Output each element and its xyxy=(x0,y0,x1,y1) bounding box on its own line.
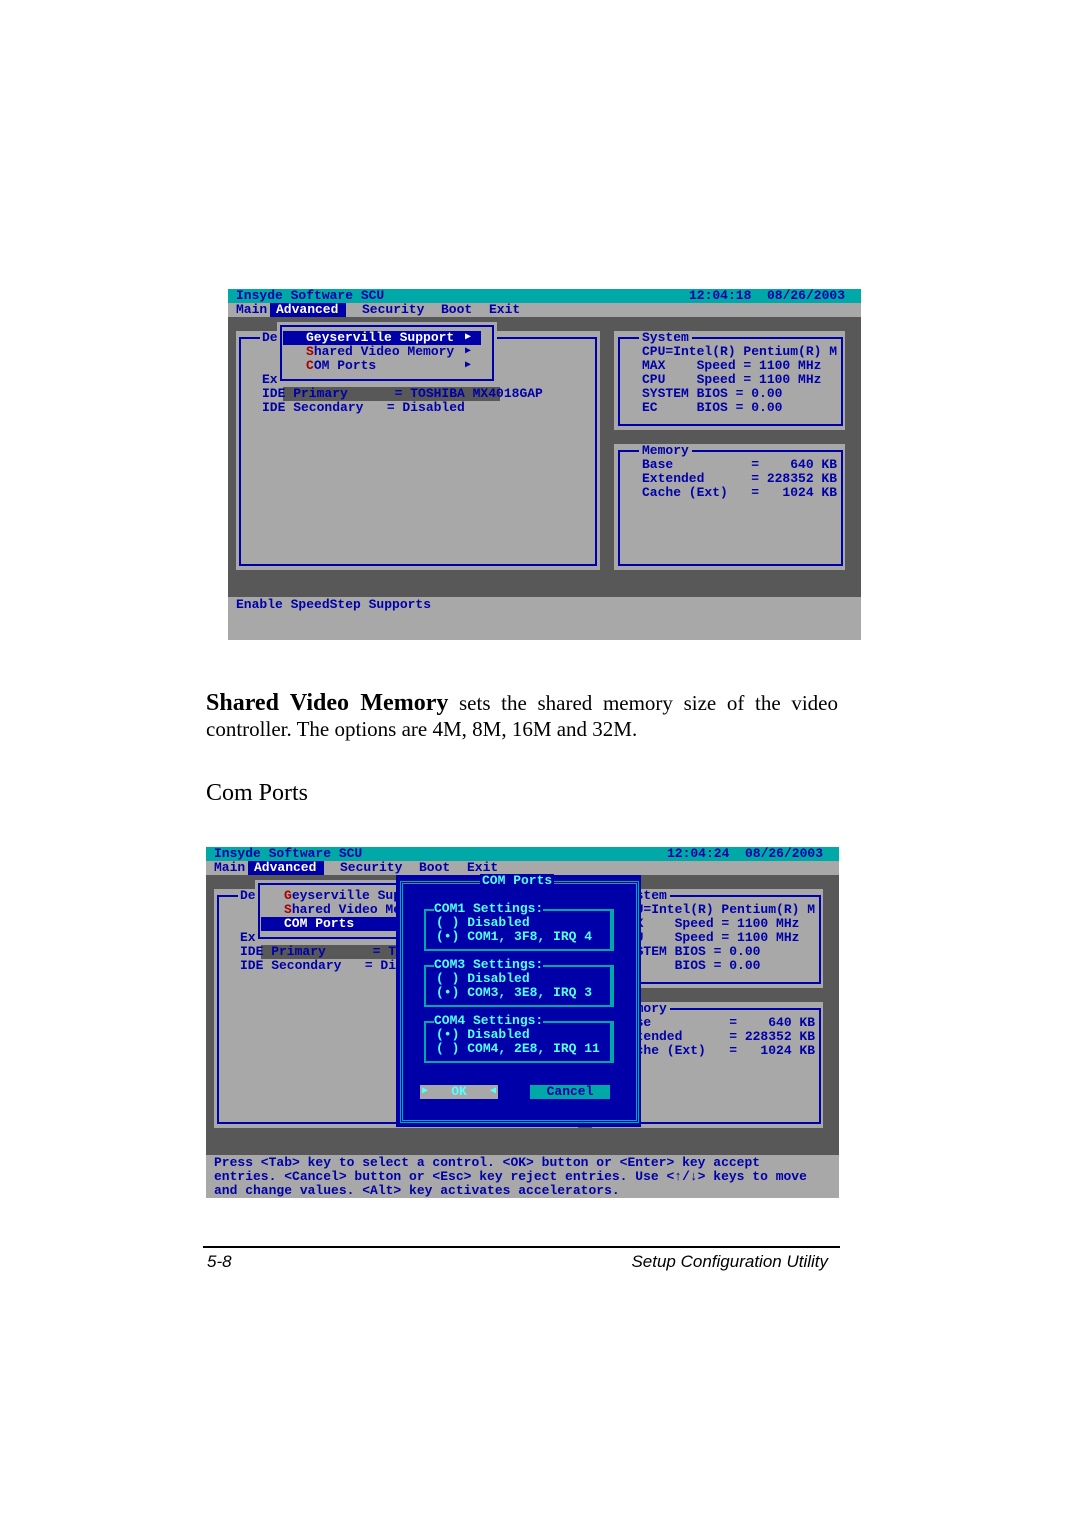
menu-security[interactable]: Security xyxy=(340,861,402,875)
bios-screen: Insyde Software SCU 12:04:24 08/26/2003 Ma… xyxy=(206,847,839,1198)
menu-advanced[interactable]: Advanced xyxy=(248,861,325,875)
footer-title: Setup Configuration Utility xyxy=(631,1252,828,1271)
system-info-row: MAX Speed = 1100 MHz xyxy=(617,917,803,931)
radio-button[interactable]: ( ) xyxy=(436,1041,467,1056)
submenu-item-label: COM Ports xyxy=(284,916,355,931)
menu-boot[interactable]: Boot xyxy=(441,303,472,317)
menu-security[interactable]: Security xyxy=(362,303,424,317)
system-info-row: CPU Speed = 1100 MHz xyxy=(639,373,825,387)
radio-option[interactable]: ( ) Disabled xyxy=(436,916,530,930)
memory-info-row: Extended = 228352 KB xyxy=(617,1030,819,1044)
memory-info-row: Cache (Ext) = 1024 KB xyxy=(639,486,841,500)
radio-option[interactable]: (•) COM1, 3F8, IRQ 4 xyxy=(436,930,592,944)
hotkey-letter: S xyxy=(306,344,314,359)
memory-info-row: Cache (Ext) = 1024 KB xyxy=(617,1044,819,1058)
com-ports-dialog: COM Ports COM1 Settings:( ) Disabled (•) C… xyxy=(396,873,641,1127)
group-title: COM4 Settings: xyxy=(434,1013,544,1028)
group-title: COM3 Settings: xyxy=(434,957,544,972)
radio-option-label: COM4, 2E8, IRQ 11 xyxy=(467,1041,600,1056)
menu-main[interactable]: Main xyxy=(236,303,267,317)
chevron-right-icon: ▶ xyxy=(465,360,472,371)
cancel-label: Cancel xyxy=(546,1084,594,1099)
status-line: Press <Tab> key to select a control. <OK… xyxy=(214,1155,761,1170)
radio-option-label: COM1, 3F8, IRQ 4 xyxy=(467,929,593,944)
system-info-row: CPU=Intel(R) Pentium(R) M xyxy=(617,903,819,917)
radio-option[interactable]: ( ) Disabled xyxy=(436,972,530,986)
cancel-button[interactable]: Cancel xyxy=(530,1085,610,1099)
menu-boot[interactable]: Boot xyxy=(419,861,450,875)
submenu-item[interactable]: Geyserville Support ▶ xyxy=(283,331,481,345)
radio-option-label: Disabled xyxy=(467,1027,530,1042)
paragraph-term: Shared Video Memory xyxy=(206,690,449,716)
radio-option[interactable]: (•) COM3, 3E8, IRQ 3 xyxy=(436,986,592,1000)
radio-button[interactable]: ( ) xyxy=(436,971,467,986)
hotkey-letter: C xyxy=(306,358,314,373)
radio-option-label: Disabled xyxy=(467,915,530,930)
radio-option[interactable]: (•) Disabled xyxy=(436,1028,530,1042)
submenu-item[interactable]: Shared Video Memory ▶ xyxy=(283,345,481,359)
menu-exit[interactable]: Exit xyxy=(489,303,520,317)
device-row[interactable]: IDE Secondary = Disabled xyxy=(260,401,467,415)
memory-info-row: Extended = 228352 KB xyxy=(639,472,841,486)
memory-info-row: Base = 640 KB xyxy=(639,458,841,472)
bios-screen: Insyde Software SCU 12:04:18 08/26/2003 Ma… xyxy=(228,289,861,640)
status-line: and change values. <Alt> key activates a… xyxy=(214,1183,620,1198)
focus-arrow-left-icon: ◀ xyxy=(489,1086,496,1097)
device-row[interactable]: IDE Primary = TOSHIBA MX4018GAP xyxy=(260,387,545,401)
system-info-row: CPU=Intel(R) Pentium(R) M xyxy=(639,345,841,359)
submenu-item[interactable]: COM Ports ▶ xyxy=(283,359,481,373)
system-info-row: MAX Speed = 1100 MHz xyxy=(639,359,825,373)
status-line: entries. <Cancel> button or <Esc> key re… xyxy=(214,1169,807,1184)
menu-advanced[interactable]: Advanced xyxy=(270,303,347,317)
submenu-item-label: Shared Video Memory xyxy=(306,344,455,359)
system-info-row: SYSTEM BIOS = 0.00 xyxy=(639,387,786,401)
radio-button[interactable]: ( ) xyxy=(436,915,467,930)
system-info-row: System xyxy=(639,331,692,345)
system-info-row: EC BIOS = 0.00 xyxy=(639,401,786,415)
shared-video-memory-paragraph: Shared Video Memory sets the shared memo… xyxy=(206,690,838,742)
system-info-row: CPU Speed = 1100 MHz xyxy=(617,931,803,945)
radio-button[interactable]: (•) xyxy=(436,929,467,944)
app-title: Insyde Software SCU xyxy=(236,289,385,303)
clock: 12:04:24 08/26/2003 xyxy=(666,847,823,861)
radio-option[interactable]: ( ) COM4, 2E8, IRQ 11 xyxy=(436,1042,600,1056)
submenu-item-label: Geyserville Support xyxy=(306,330,455,345)
hotkey-letter: G xyxy=(284,888,292,903)
app-title: Insyde Software SCU xyxy=(214,847,363,861)
footer-rule xyxy=(203,1246,840,1248)
menu-main[interactable]: Main xyxy=(214,861,245,875)
radio-option-label: COM3, 3E8, IRQ 3 xyxy=(467,985,593,1000)
ok-button[interactable]: ▶ OK ◀ xyxy=(420,1085,498,1099)
page-number: 5-8 xyxy=(207,1252,232,1271)
system-info-panel: System CPU=Intel(R) Pentium(R) M MAX Speed… xyxy=(614,331,845,430)
status-line: Enable SpeedStep Supports xyxy=(236,597,432,612)
group-title: COM1 Settings: xyxy=(434,901,544,916)
section-heading: Com Ports xyxy=(206,780,309,806)
radio-button[interactable]: (•) xyxy=(436,1027,467,1042)
chevron-right-icon: ▶ xyxy=(465,346,472,357)
chevron-right-icon: ▶ xyxy=(465,332,472,343)
memory-info-row: Base = 640 KB xyxy=(617,1016,819,1030)
memory-info-row: Memory xyxy=(639,444,692,458)
ok-label: OK xyxy=(451,1084,467,1099)
radio-button[interactable]: (•) xyxy=(436,985,467,1000)
memory-info-panel: Memory Base = 640 KB Extended = 228352 KB C… xyxy=(614,444,845,570)
clock: 12:04:18 08/26/2003 xyxy=(688,289,845,303)
advanced-submenu: Geyserville Support ▶ Shared Video Memory ▶… xyxy=(277,322,497,384)
radio-option-label: Disabled xyxy=(467,971,530,986)
hotkey-letter: S xyxy=(284,902,292,917)
dialog-title: COM Ports xyxy=(480,873,555,888)
submenu-item-label: COM Ports xyxy=(306,358,377,373)
